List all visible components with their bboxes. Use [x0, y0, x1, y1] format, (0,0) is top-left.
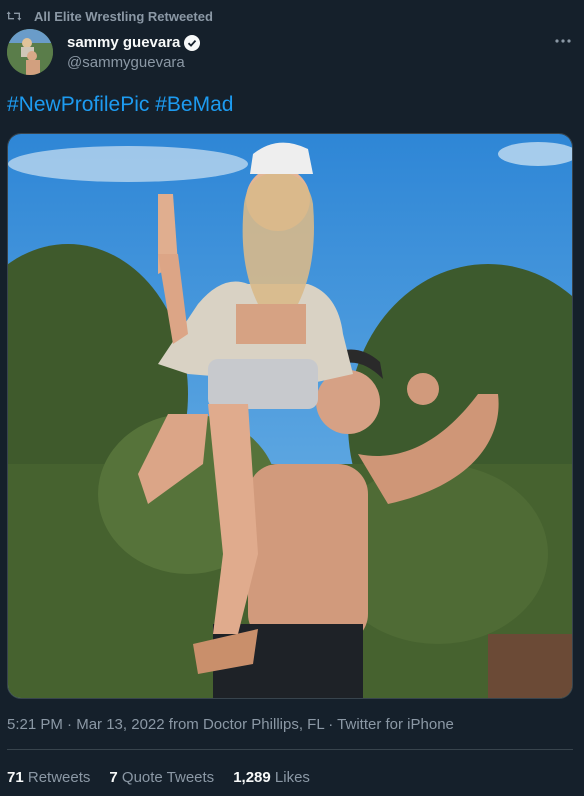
likes-label: Likes [274, 769, 310, 786]
retweets-count: 71 [7, 769, 24, 786]
tweet-photo[interactable] [7, 133, 573, 699]
divider [7, 749, 573, 750]
more-options-icon[interactable] [554, 38, 572, 44]
author-name-text[interactable]: sammy guevara [67, 34, 180, 51]
tweet-time-link[interactable]: 5:21 PM · Mar 13, 2022 [7, 716, 165, 733]
quotes-label: Quote Tweets [121, 769, 215, 786]
retweets-label: Retweets [27, 769, 91, 786]
retweet-icon [6, 11, 22, 21]
hashtag-link[interactable]: #BeMad [155, 93, 233, 116]
tweet-text: #NewProfilePic #BeMad [7, 93, 233, 117]
quotes-count: 7 [109, 769, 118, 786]
from-label: from [168, 716, 199, 733]
avatar-image [7, 29, 53, 75]
avatar[interactable] [7, 29, 53, 75]
likes-count: 1,289 [233, 769, 271, 786]
verified-badge-icon [184, 34, 201, 51]
likes-stat[interactable]: 1,289 Likes [233, 769, 310, 786]
retweets-stat[interactable]: 71 Retweets [7, 769, 90, 786]
tweet-date: Mar 13, 2022 [76, 716, 165, 733]
quote-tweets-stat[interactable]: 7 Quote Tweets [109, 769, 214, 786]
retweet-header: All Elite Wrestling Retweeted [0, 0, 584, 32]
tweet-stats: 71 Retweets 7 Quote Tweets 1,289 Likes [7, 769, 329, 786]
tweet-meta: 5:21 PM · Mar 13, 2022 from Doctor Phill… [7, 716, 454, 733]
retweet-label[interactable]: All Elite Wrestling Retweeted [34, 9, 213, 24]
author-name[interactable]: sammy guevara [67, 34, 201, 51]
author-handle[interactable]: @sammyguevara [67, 54, 185, 71]
photo-image [8, 134, 572, 698]
location-link[interactable]: Doctor Phillips, FL [203, 716, 324, 733]
tweet-time: 5:21 PM [7, 716, 63, 733]
hashtag-link[interactable]: #NewProfilePic [7, 93, 149, 116]
source-link[interactable]: Twitter for iPhone [337, 716, 454, 733]
